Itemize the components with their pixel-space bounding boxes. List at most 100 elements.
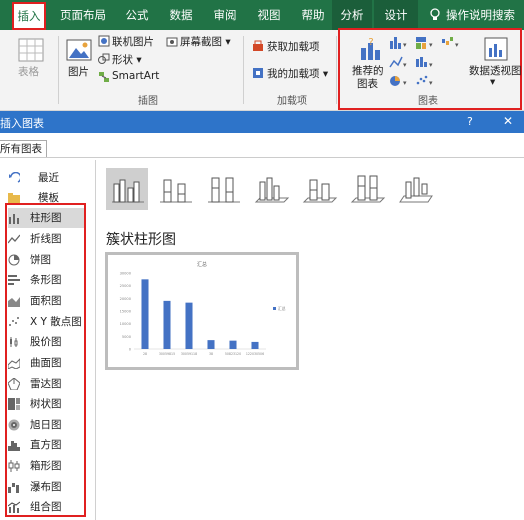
tab-help[interactable]: 帮助 (296, 0, 330, 30)
bar-chart-icon (8, 275, 20, 285)
my-addins-button[interactable]: 我的加载项 ▾ (267, 66, 328, 81)
tab-all-charts[interactable]: 所有图表 (0, 140, 47, 158)
chart-bar (229, 340, 237, 349)
divider (243, 36, 244, 104)
stacked-column-icon (160, 179, 192, 203)
subtype-3d-percent-stacked-column[interactable] (346, 168, 388, 210)
hierarchy-chart-icon: ▾ (416, 37, 433, 49)
nav-item-templates[interactable]: 模板 (8, 188, 88, 208)
chart-bar (163, 300, 171, 349)
nav-label: 股价图 (30, 336, 62, 348)
nav-item-stock[interactable]: 股价图 (8, 332, 88, 352)
chart-title: 汇总 (197, 261, 207, 268)
nav-label: 模板 (38, 192, 59, 204)
nav-item-recent[interactable]: 最近 (8, 168, 88, 188)
chart-preview-canvas: 汇总 30000 25000 20000 15000 10000 5000 0 28 300598… (120, 261, 286, 356)
tab-review[interactable]: 审阅 (208, 0, 242, 30)
table-icon[interactable] (18, 38, 44, 62)
svg-text:▾: ▾ (429, 61, 433, 69)
tab-insert[interactable]: 插入 (12, 2, 46, 30)
3d-column-icon (399, 177, 433, 203)
store-icon (253, 40, 263, 51)
line-chart-icon (8, 234, 20, 244)
column-chart-icon: ▾ (390, 37, 407, 49)
divider (95, 160, 96, 520)
nav-item-combo[interactable]: 组合图 (8, 497, 88, 517)
subtype-percent-stacked-column[interactable] (202, 168, 244, 210)
svg-text:▾: ▾ (403, 61, 407, 69)
svg-text:▾: ▾ (429, 41, 433, 49)
smartart-button[interactable]: SmartArt (112, 70, 159, 82)
percent-column-icon (208, 177, 240, 203)
nav-item-histogram[interactable]: 直方图 (8, 435, 88, 455)
nav-item-waterfall[interactable]: 瀑布图 (8, 477, 88, 497)
divider (0, 157, 524, 158)
tab-page-layout[interactable]: 页面布局 (58, 0, 108, 30)
y-tick-label: 5000 (122, 335, 132, 339)
subtype-clustered-column[interactable] (106, 168, 148, 210)
my-addins-label: 我的加载项 (267, 68, 320, 80)
get-addins-button[interactable]: 获取加载项 (267, 39, 320, 54)
subtype-3d-column[interactable] (394, 168, 436, 210)
nav-item-area[interactable]: 面积图 (8, 291, 88, 311)
y-tick-label: 25000 (120, 284, 132, 288)
nav-label: 箱形图 (30, 460, 62, 472)
svg-text:▾: ▾ (403, 79, 407, 87)
3d-clustered-column-icon (254, 177, 290, 203)
waterfall-chart-icon (8, 483, 19, 493)
ribbon-tab-bar: 插入 页面布局 公式 数据 审阅 视图 帮助 分析 设计 操作说明搜索 (0, 0, 524, 30)
tell-me-search[interactable]: 操作说明搜索 (424, 0, 524, 30)
table-label: 表格 (18, 66, 39, 78)
treemap-chart-icon (8, 398, 20, 410)
tab-formulas[interactable]: 公式 (120, 0, 154, 30)
chart-type-buttons[interactable]: ▾ ▾ ▾ ▾ ▾ ▾ ▾ (388, 35, 468, 89)
picture-label[interactable]: 图片 (68, 64, 89, 79)
shapes-button[interactable]: 形状 ▾ (112, 52, 142, 67)
nav-item-line[interactable]: 折线图 (8, 229, 88, 249)
chart-bar (207, 340, 215, 349)
nav-item-bar[interactable]: 条形图 (8, 270, 88, 290)
chart-preview[interactable]: 汇总 30000 25000 20000 15000 10000 5000 0 28 300598… (105, 252, 299, 370)
online-picture-button[interactable]: 联机图片 (112, 34, 154, 49)
y-tick-label: 20000 (120, 297, 132, 301)
picture-icon[interactable] (66, 38, 92, 62)
nav-label: 饼图 (30, 254, 51, 266)
histogram-chart-icon (8, 441, 20, 451)
shapes-label: 形状 (112, 54, 133, 66)
close-button[interactable]: ✕ (503, 114, 513, 128)
waterfall-chart-icon: ▾ (442, 37, 459, 49)
nav-item-treemap[interactable]: 树状图 (8, 394, 88, 414)
x-tick-label: 30059118 (181, 352, 197, 356)
subtype-stacked-column[interactable] (154, 168, 196, 210)
lightbulb-icon (430, 8, 440, 20)
svg-text:▾: ▾ (455, 41, 459, 49)
nav-item-scatter[interactable]: X Y 散点图 (8, 312, 88, 332)
nav-label: 雷达图 (30, 378, 62, 390)
nav-item-box-whisker[interactable]: 箱形图 (8, 456, 88, 476)
nav-item-sunburst[interactable]: 旭日图 (8, 415, 88, 435)
chart-bar (251, 341, 259, 349)
nav-item-surface[interactable]: 曲面图 (8, 353, 88, 373)
nav-item-pie[interactable]: 饼图 (8, 250, 88, 270)
pie-chart-icon: ▾ (390, 76, 407, 87)
tab-design[interactable]: 设计 (374, 0, 418, 30)
nav-item-radar[interactable]: 雷达图 (8, 374, 88, 394)
subtype-3d-stacked-column[interactable] (298, 168, 340, 210)
tab-data[interactable]: 数据 (164, 0, 198, 30)
nav-item-column[interactable]: 柱形图 (8, 208, 84, 228)
screenshot-button[interactable]: 屏幕截图 ▾ (180, 34, 231, 49)
recommended-charts-label-2[interactable]: 图表 (357, 76, 378, 91)
tab-analyze[interactable]: 分析 (332, 0, 372, 30)
y-tick-label: 0 (129, 348, 132, 352)
pivot-chart-icon[interactable] (483, 36, 509, 62)
tab-view[interactable]: 视图 (252, 0, 286, 30)
svg-text:▾: ▾ (429, 79, 433, 87)
combo-chart-icon (8, 501, 20, 513)
pivot-chart-dropdown[interactable]: ▾ (490, 76, 495, 88)
recommended-charts-icon[interactable]: ? (358, 36, 384, 62)
nav-label: 直方图 (30, 439, 62, 451)
folder-icon (8, 193, 20, 203)
subtype-3d-clustered-column[interactable] (250, 168, 292, 210)
chart-bar (141, 279, 149, 349)
help-button[interactable]: ? (467, 115, 473, 128)
